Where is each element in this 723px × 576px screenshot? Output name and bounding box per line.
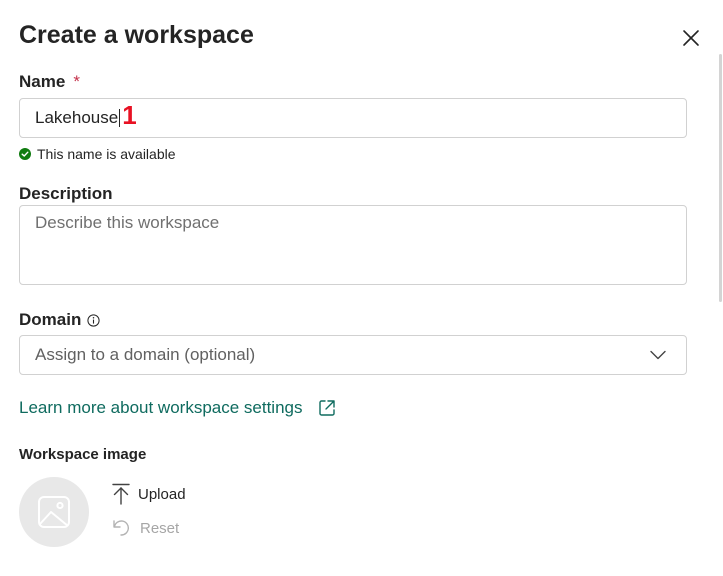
description-placeholder: Describe this workspace	[35, 213, 220, 232]
undo-icon	[113, 520, 129, 536]
scrollbar[interactable]	[719, 54, 722, 302]
create-workspace-panel: Create a workspace Name * Lakehouse 1 This…	[0, 0, 723, 576]
chevron-down-icon	[650, 350, 666, 360]
workspace-image-preview	[19, 477, 89, 547]
name-availability-message: This name is available	[19, 146, 176, 162]
annotation-marker: 1	[122, 100, 137, 130]
image-icon	[38, 496, 70, 528]
domain-label-text: Domain	[19, 310, 82, 329]
domain-dropdown[interactable]: Assign to a domain (optional)	[19, 335, 687, 375]
name-input-value-wrap: Lakehouse 1	[35, 100, 137, 131]
dialog-title: Create a workspace	[19, 21, 254, 49]
learn-more-text: Learn more about workspace settings	[19, 398, 303, 417]
domain-label: Domain	[19, 309, 100, 331]
name-input[interactable]: Lakehouse 1	[19, 98, 687, 138]
name-input-value: Lakehouse	[35, 108, 119, 127]
close-icon	[683, 30, 699, 46]
text-caret	[119, 109, 121, 127]
description-label: Description	[19, 184, 113, 203]
upload-icon	[112, 483, 130, 505]
required-asterisk: *	[73, 72, 80, 91]
check-circle-icon	[19, 148, 31, 160]
learn-more-link[interactable]: Learn more about workspace settings	[19, 398, 337, 418]
reset-button[interactable]: Reset	[112, 518, 179, 538]
close-button[interactable]	[678, 25, 704, 51]
open-external-icon	[318, 400, 335, 416]
upload-label: Upload	[138, 485, 186, 503]
reset-label: Reset	[140, 519, 180, 537]
upload-button[interactable]: Upload	[112, 483, 186, 505]
description-textarea[interactable]: Describe this workspace	[19, 205, 687, 285]
name-label: Name *	[19, 71, 80, 93]
info-icon[interactable]	[87, 313, 100, 327]
availability-text: This name is available	[37, 146, 176, 162]
domain-placeholder: Assign to a domain (optional)	[35, 345, 256, 364]
name-label-text: Name	[19, 72, 66, 91]
workspace-image-label: Workspace image	[19, 446, 147, 463]
